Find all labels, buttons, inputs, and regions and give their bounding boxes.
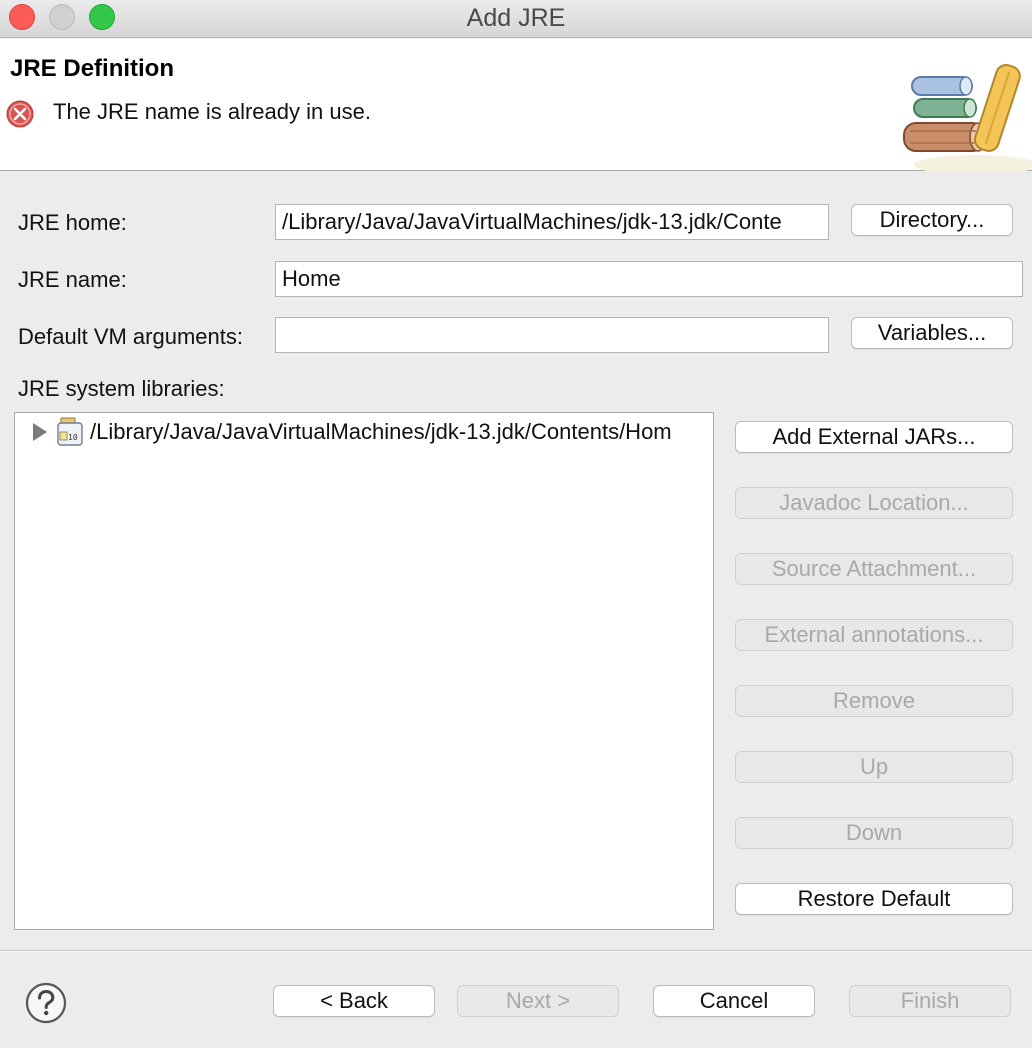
variables-button[interactable]: Variables...: [851, 317, 1013, 349]
source-attachment-button[interactable]: Source Attachment...: [735, 553, 1013, 585]
cancel-button[interactable]: Cancel: [653, 985, 815, 1017]
library-path: /Library/Java/JavaVirtualMachines/jdk-13…: [90, 419, 672, 444]
jre-name-field[interactable]: Home: [275, 261, 1023, 297]
system-libraries-tree[interactable]: 10 /Library/Java/JavaVirtualMachines/jdk…: [14, 412, 714, 930]
expand-arrow-icon[interactable]: [33, 423, 47, 441]
wizard-banner: JRE Definition The JRE name is already i…: [0, 39, 1032, 171]
javadoc-location-button[interactable]: Javadoc Location...: [735, 487, 1013, 519]
vm-arguments-field[interactable]: [275, 317, 829, 353]
directory-button[interactable]: Directory...: [851, 204, 1013, 236]
help-icon[interactable]: [25, 982, 67, 1024]
add-external-jars-button[interactable]: Add External JARs...: [735, 421, 1013, 453]
external-annotations-button[interactable]: External annotations...: [735, 619, 1013, 651]
page-title: JRE Definition: [10, 55, 175, 82]
error-message: The JRE name is already in use.: [53, 99, 371, 124]
next-button[interactable]: Next >: [457, 985, 619, 1017]
up-button[interactable]: Up: [735, 751, 1013, 783]
jre-home-label: JRE home:: [18, 210, 127, 235]
title-bar: Add JRE: [0, 0, 1032, 38]
restore-default-button[interactable]: Restore Default: [735, 883, 1013, 915]
tree-item[interactable]: 10 /Library/Java/JavaVirtualMachines/jdk…: [15, 415, 713, 449]
down-button[interactable]: Down: [735, 817, 1013, 849]
books-icon: [903, 64, 1032, 171]
footer-divider: [0, 950, 1032, 952]
jre-name-label: JRE name:: [18, 267, 127, 292]
system-libraries-label: JRE system libraries:: [18, 376, 225, 401]
back-button[interactable]: < Back: [273, 985, 435, 1017]
jar-icon: 10: [57, 417, 83, 446]
svg-text:10: 10: [68, 433, 78, 442]
vm-arguments-label: Default VM arguments:: [18, 324, 243, 349]
finish-button[interactable]: Finish: [849, 985, 1011, 1017]
window-title: Add JRE: [466, 4, 566, 32]
jre-home-field[interactable]: /Library/Java/JavaVirtualMachines/jdk-13…: [275, 204, 829, 240]
remove-button[interactable]: Remove: [735, 685, 1013, 717]
error-icon: [6, 100, 34, 128]
